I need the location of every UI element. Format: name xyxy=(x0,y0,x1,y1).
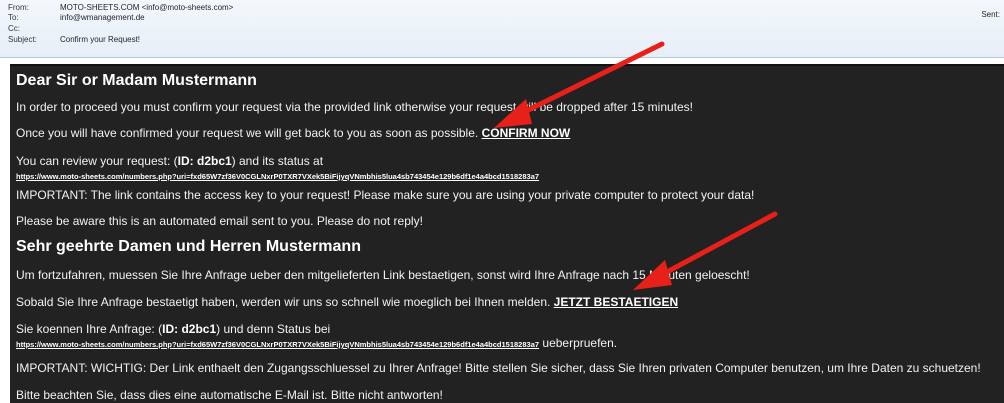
review-post: ) and its status at xyxy=(231,154,324,168)
subject-value: Confirm your Request! xyxy=(60,35,141,44)
from-label: From: xyxy=(8,3,29,12)
automated-line-de: Bitte beachten Sie, dass dies eine autom… xyxy=(16,388,443,402)
review-pre-de: Sie koennen Ihre Anfrage: ( xyxy=(16,322,163,336)
email-header: From: MOTO-SHEETS.COM <info@moto-sheets.c… xyxy=(0,0,1004,58)
from-value[interactable]: MOTO-SHEETS.COM <info@moto-sheets.com> xyxy=(60,3,233,12)
from-row: From: MOTO-SHEETS.COM <info@moto-sheets.c… xyxy=(8,3,233,13)
review-url-line: https://www.moto-sheets.com/numbers.php?… xyxy=(16,168,539,182)
review-url-link-de[interactable]: https://www.moto-sheets.com/numbers.php?… xyxy=(16,340,539,349)
jetzt-bestaetigen-link[interactable]: JETZT BESTAETIGEN xyxy=(554,295,678,309)
heading-german: Sehr geehrte Damen und Herren Mustermann xyxy=(16,238,361,255)
sent-label: Sent: xyxy=(981,10,1000,19)
email-body: Dear Sir or Madam Mustermann In order to… xyxy=(10,64,1004,403)
confirm-text: Once you will have confirmed your reques… xyxy=(16,126,479,140)
to-value[interactable]: info@wmanagement.de xyxy=(60,13,145,22)
subject-row: Subject: Confirm your Request! xyxy=(8,35,140,45)
important-line: IMPORTANT: The link contains the access … xyxy=(16,188,755,202)
url-suffix-de: ueberpruefen. xyxy=(542,336,618,350)
confirm-line-de: Sobald Sie Ihre Anfrage bestaetigt haben… xyxy=(16,295,678,309)
automated-line: Please be aware this is an automated ema… xyxy=(16,214,423,228)
subject-label: Subject: xyxy=(8,35,37,44)
request-id-de: ID: d2bc1 xyxy=(162,322,217,336)
review-line-de: Sie koennen Ihre Anfrage: (ID: d2bc1) un… xyxy=(16,322,330,336)
review-url-link[interactable]: https://www.moto-sheets.com/numbers.php?… xyxy=(16,172,539,181)
to-label: To: xyxy=(8,13,19,22)
to-row: To: info@wmanagement.de xyxy=(8,13,145,23)
instruction-line: In order to proceed you must confirm you… xyxy=(16,100,694,114)
confirm-now-link[interactable]: CONFIRM NOW xyxy=(482,126,571,140)
confirm-line: Once you will have confirmed your reques… xyxy=(16,126,570,140)
review-pre: You can review your request: ( xyxy=(16,154,178,168)
cc-label: Cc: xyxy=(8,24,20,33)
request-id: ID: d2bc1 xyxy=(177,154,232,168)
heading-english: Dear Sir or Madam Mustermann xyxy=(16,72,257,89)
important-line-de: IMPORTANT: WICHTIG: Der Link enthaelt de… xyxy=(16,361,981,375)
instruction-line-de: Um fortzufahren, muessen Sie Ihre Anfrag… xyxy=(16,268,750,282)
review-line: You can review your request: (ID: d2bc1)… xyxy=(16,154,323,168)
confirm-text-de: Sobald Sie Ihre Anfrage bestaetigt haben… xyxy=(16,295,551,309)
cc-row: Cc: xyxy=(8,24,60,34)
review-post-de: ) und denn Status bei xyxy=(216,322,331,336)
review-url-line-de: https://www.moto-sheets.com/numbers.php?… xyxy=(16,336,617,350)
